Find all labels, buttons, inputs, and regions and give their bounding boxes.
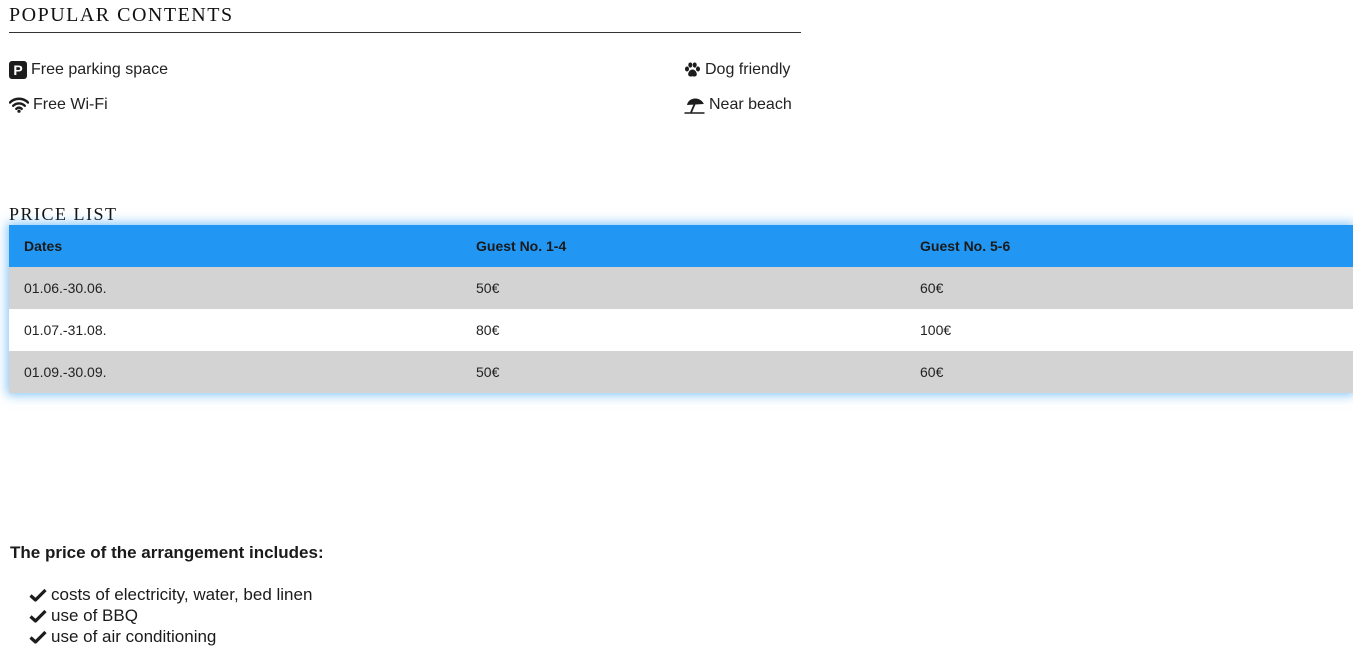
column-header-guests-5-6: Guest No. 5-6 <box>905 225 1353 267</box>
column-header-dates: Dates <box>9 225 461 267</box>
cell-price-guests-1-4: 50€ <box>461 351 905 393</box>
includes-list: costs of electricity, water, bed linen u… <box>29 584 312 647</box>
page: POPULAR CONTENTS P Free parking space Do… <box>0 0 1353 648</box>
parking-letter: P <box>9 61 27 79</box>
includes-heading: The price of the arrangement includes: <box>10 543 324 562</box>
amenity-label: Free parking space <box>31 61 168 78</box>
check-icon <box>29 630 47 644</box>
wifi-icon <box>9 97 29 113</box>
price-table: Dates Guest No. 1-4 Guest No. 5-6 01.06.… <box>9 225 1353 393</box>
amenity-label: Dog friendly <box>705 61 791 78</box>
include-item-label: use of air conditioning <box>51 626 217 646</box>
list-item: costs of electricity, water, bed linen <box>29 584 312 605</box>
paw-icon <box>684 62 701 78</box>
include-item-label: costs of electricity, water, bed linen <box>51 584 313 604</box>
amenity-free-parking: P Free parking space <box>9 60 168 80</box>
price-table-header-row: Dates Guest No. 1-4 Guest No. 5-6 <box>9 225 1353 267</box>
cell-dates: 01.09.-30.09. <box>9 351 461 393</box>
amenity-near-beach: Near beach <box>684 95 792 115</box>
amenity-label: Free Wi-Fi <box>33 96 108 113</box>
cell-price-guests-1-4: 50€ <box>461 267 905 309</box>
column-header-guests-1-4: Guest No. 1-4 <box>461 225 905 267</box>
cell-dates: 01.07.-31.08. <box>9 309 461 351</box>
check-icon <box>29 609 47 623</box>
popular-contents-heading: POPULAR CONTENTS <box>9 4 801 33</box>
list-item: use of air conditioning <box>29 626 312 647</box>
amenity-label: Near beach <box>709 96 792 113</box>
cell-price-guests-5-6: 100€ <box>905 309 1353 351</box>
cell-dates: 01.06.-30.06. <box>9 267 461 309</box>
cell-price-guests-5-6: 60€ <box>905 267 1353 309</box>
include-item-label: use of BBQ <box>51 605 138 625</box>
list-item: use of BBQ <box>29 605 312 626</box>
amenity-free-wifi: Free Wi-Fi <box>9 95 108 115</box>
amenity-dog-friendly: Dog friendly <box>684 60 790 80</box>
table-row: 01.09.-30.09. 50€ 60€ <box>9 351 1353 393</box>
cell-price-guests-1-4: 80€ <box>461 309 905 351</box>
table-row: 01.07.-31.08. 80€ 100€ <box>9 309 1353 351</box>
parking-icon: P <box>9 61 27 79</box>
umbrella-beach-icon <box>684 97 705 114</box>
cell-price-guests-5-6: 60€ <box>905 351 1353 393</box>
table-row: 01.06.-30.06. 50€ 60€ <box>9 267 1353 309</box>
check-icon <box>29 588 47 602</box>
price-list-heading: PRICE LIST <box>9 204 118 224</box>
